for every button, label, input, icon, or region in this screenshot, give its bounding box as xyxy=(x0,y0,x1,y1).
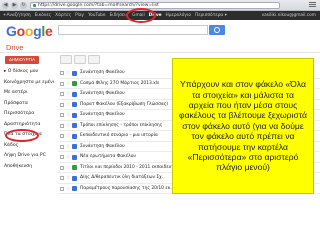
star-icon[interactable]: ☆ xyxy=(66,152,70,162)
row-checkbox[interactable] xyxy=(60,134,64,138)
document-icon xyxy=(72,165,77,170)
row-checkbox[interactable] xyxy=(60,81,64,86)
row-checkbox[interactable] xyxy=(60,123,64,128)
user-email[interactable]: vasiliki.nikou@gmail.com xyxy=(262,11,316,20)
star-icon[interactable]: ☆ xyxy=(66,173,70,183)
logo-letter: o xyxy=(24,23,34,39)
star-icon[interactable]: ☆ xyxy=(66,142,70,152)
row-checkbox[interactable] xyxy=(60,102,64,107)
file-name: Δίης Δ/θεραπευτικ ύλη διατάξεων Σχ. xyxy=(80,175,164,180)
google-logo[interactable]: Google xyxy=(6,23,53,39)
browser-toolbar: ◀ ▶ ↻ https://drive.google.com/?tab=mo#s… xyxy=(0,0,320,11)
row-checkbox[interactable] xyxy=(60,92,64,96)
sidebar-item[interactable]: Αποθήκευση xyxy=(4,162,54,173)
search-button[interactable] xyxy=(209,25,225,35)
file-name: Εκπαιδευτικό σενάριο - μια ιστορία xyxy=(80,133,158,138)
star-icon[interactable]: ☆ xyxy=(66,89,70,99)
star-icon[interactable]: ☆ xyxy=(66,68,70,78)
lock-icon xyxy=(33,4,36,7)
annotation-callout: Υπάρχουν και στον φάκελο «Όλα τα στοιχεί… xyxy=(172,58,314,194)
document-icon xyxy=(72,175,77,181)
row-checkbox[interactable] xyxy=(60,144,64,149)
sidebar-item[interactable]: Κάδος xyxy=(4,141,54,152)
logo-letter: e xyxy=(44,23,53,39)
document-icon xyxy=(72,186,77,191)
row-checkbox[interactable] xyxy=(60,186,64,191)
sidebar-item[interactable]: Πρόσφατα xyxy=(4,99,54,110)
sidebar-item[interactable]: Κοινόχρηστα με εμένα xyxy=(4,78,54,89)
row-checkbox[interactable] xyxy=(60,155,64,159)
document-icon xyxy=(72,123,77,128)
document-icon xyxy=(72,70,77,76)
toolbar xyxy=(60,55,170,65)
file-name: Cοσμά Φίλης 27Ο Μάρτιος 2013.xls xyxy=(80,80,160,86)
star-icon[interactable]: ☆ xyxy=(66,121,70,131)
row-checkbox[interactable] xyxy=(60,176,64,180)
sidebar-item[interactable]: Περισσότερα xyxy=(4,109,54,120)
callout-text: Υπάρχουν και στον φάκελο «Όλα τα στοιχεί… xyxy=(179,79,308,173)
document-icon xyxy=(72,133,77,139)
search-input[interactable] xyxy=(58,25,208,35)
star-icon[interactable]: ☆ xyxy=(66,79,70,89)
logo-letter: G xyxy=(6,23,17,39)
page-title: Drive xyxy=(6,43,24,52)
sidebar-item[interactable]: Δραστηριότητα xyxy=(4,120,54,131)
star-icon[interactable]: ☆ xyxy=(66,100,70,110)
google-bar-link[interactable]: Χάρτες xyxy=(55,11,71,20)
file-name: Συνάντηση Φακέλου xyxy=(80,143,125,149)
google-bar: +Αναζήτηση Εικόνες Χάρτες Play YouTube Ειδήσε… xyxy=(0,11,320,20)
more-button[interactable] xyxy=(88,55,100,64)
document-icon xyxy=(72,102,77,107)
sidebar-item[interactable]: ▸ Ο δίσκος μου xyxy=(4,67,54,78)
upload-button[interactable] xyxy=(60,55,72,64)
star-icon[interactable]: ☆ xyxy=(66,184,70,194)
star-icon[interactable]: ☆ xyxy=(66,110,70,120)
logo-letter: o xyxy=(16,23,26,39)
file-name: Τρόποι επίκλησης - τρόποι επίκλησης xyxy=(80,122,163,128)
google-bar-link[interactable]: Play xyxy=(75,11,84,20)
refresh-button[interactable] xyxy=(74,55,86,64)
google-bar-links: +Αναζήτηση Εικόνες Χάρτες Play YouTube Ειδήσε… xyxy=(3,11,227,20)
document-icon xyxy=(72,81,77,86)
menu-icon[interactable] xyxy=(309,2,316,9)
google-bar-link[interactable]: YouTube xyxy=(88,11,105,20)
google-bar-link[interactable]: +Αναζήτηση xyxy=(3,11,31,20)
star-icon[interactable]: ☆ xyxy=(66,131,70,141)
row-checkbox[interactable] xyxy=(60,165,64,170)
annotation-circle-drive xyxy=(126,8,156,23)
file-name: Συνάντηση Φακέλου xyxy=(80,112,125,117)
document-icon xyxy=(72,91,77,97)
back-button[interactable]: ◀ xyxy=(2,2,9,9)
reload-button[interactable]: ↻ xyxy=(20,2,27,9)
sidebar: ▸ Ο δίσκος μου Κοινόχρηστα με εμένα Με αστ… xyxy=(4,67,54,172)
document-icon xyxy=(72,144,77,149)
file-name: Παρατ Φακέλου (Εξακρίβωση Γλώσσας) xyxy=(80,101,169,107)
forward-button[interactable]: ▶ xyxy=(11,2,18,9)
divider xyxy=(0,52,320,53)
google-bar-link[interactable]: Περισσότερα ▾ xyxy=(195,11,227,20)
file-name: Συνάντηση Φακέλου xyxy=(80,70,125,75)
file-name: Παραμέτρους παρουσίασης της 20/10 εκ. xyxy=(80,185,172,191)
create-button[interactable]: ΔΗΜΙΟΥΡΓΙΑ xyxy=(5,56,39,64)
address-bar[interactable]: https://drive.google.com/?tab=mo#search/… xyxy=(30,2,280,9)
row-checkbox[interactable] xyxy=(60,113,64,117)
sidebar-item[interactable]: Λήψη Drive για PC xyxy=(4,151,54,162)
google-bar-link[interactable]: Εικόνες xyxy=(35,11,52,20)
document-icon xyxy=(72,112,77,118)
row-checkbox[interactable] xyxy=(60,71,64,75)
file-name: Νέα ερωτήματα Φακέλου xyxy=(80,154,136,159)
file-name: Τίτλοι και περίοδοι 2010 - 2011 εκπαιδευ… xyxy=(80,164,184,170)
google-bar-link[interactable]: Ημερολόγιο xyxy=(166,11,191,20)
sidebar-item[interactable]: Με αστέρι xyxy=(4,88,54,99)
document-icon xyxy=(72,154,77,160)
screen: ◀ ▶ ↻ https://drive.google.com/?tab=mo#s… xyxy=(0,0,320,240)
file-name: Συνάντηση Φακέλου xyxy=(80,91,125,96)
star-icon[interactable]: ☆ xyxy=(66,163,70,173)
